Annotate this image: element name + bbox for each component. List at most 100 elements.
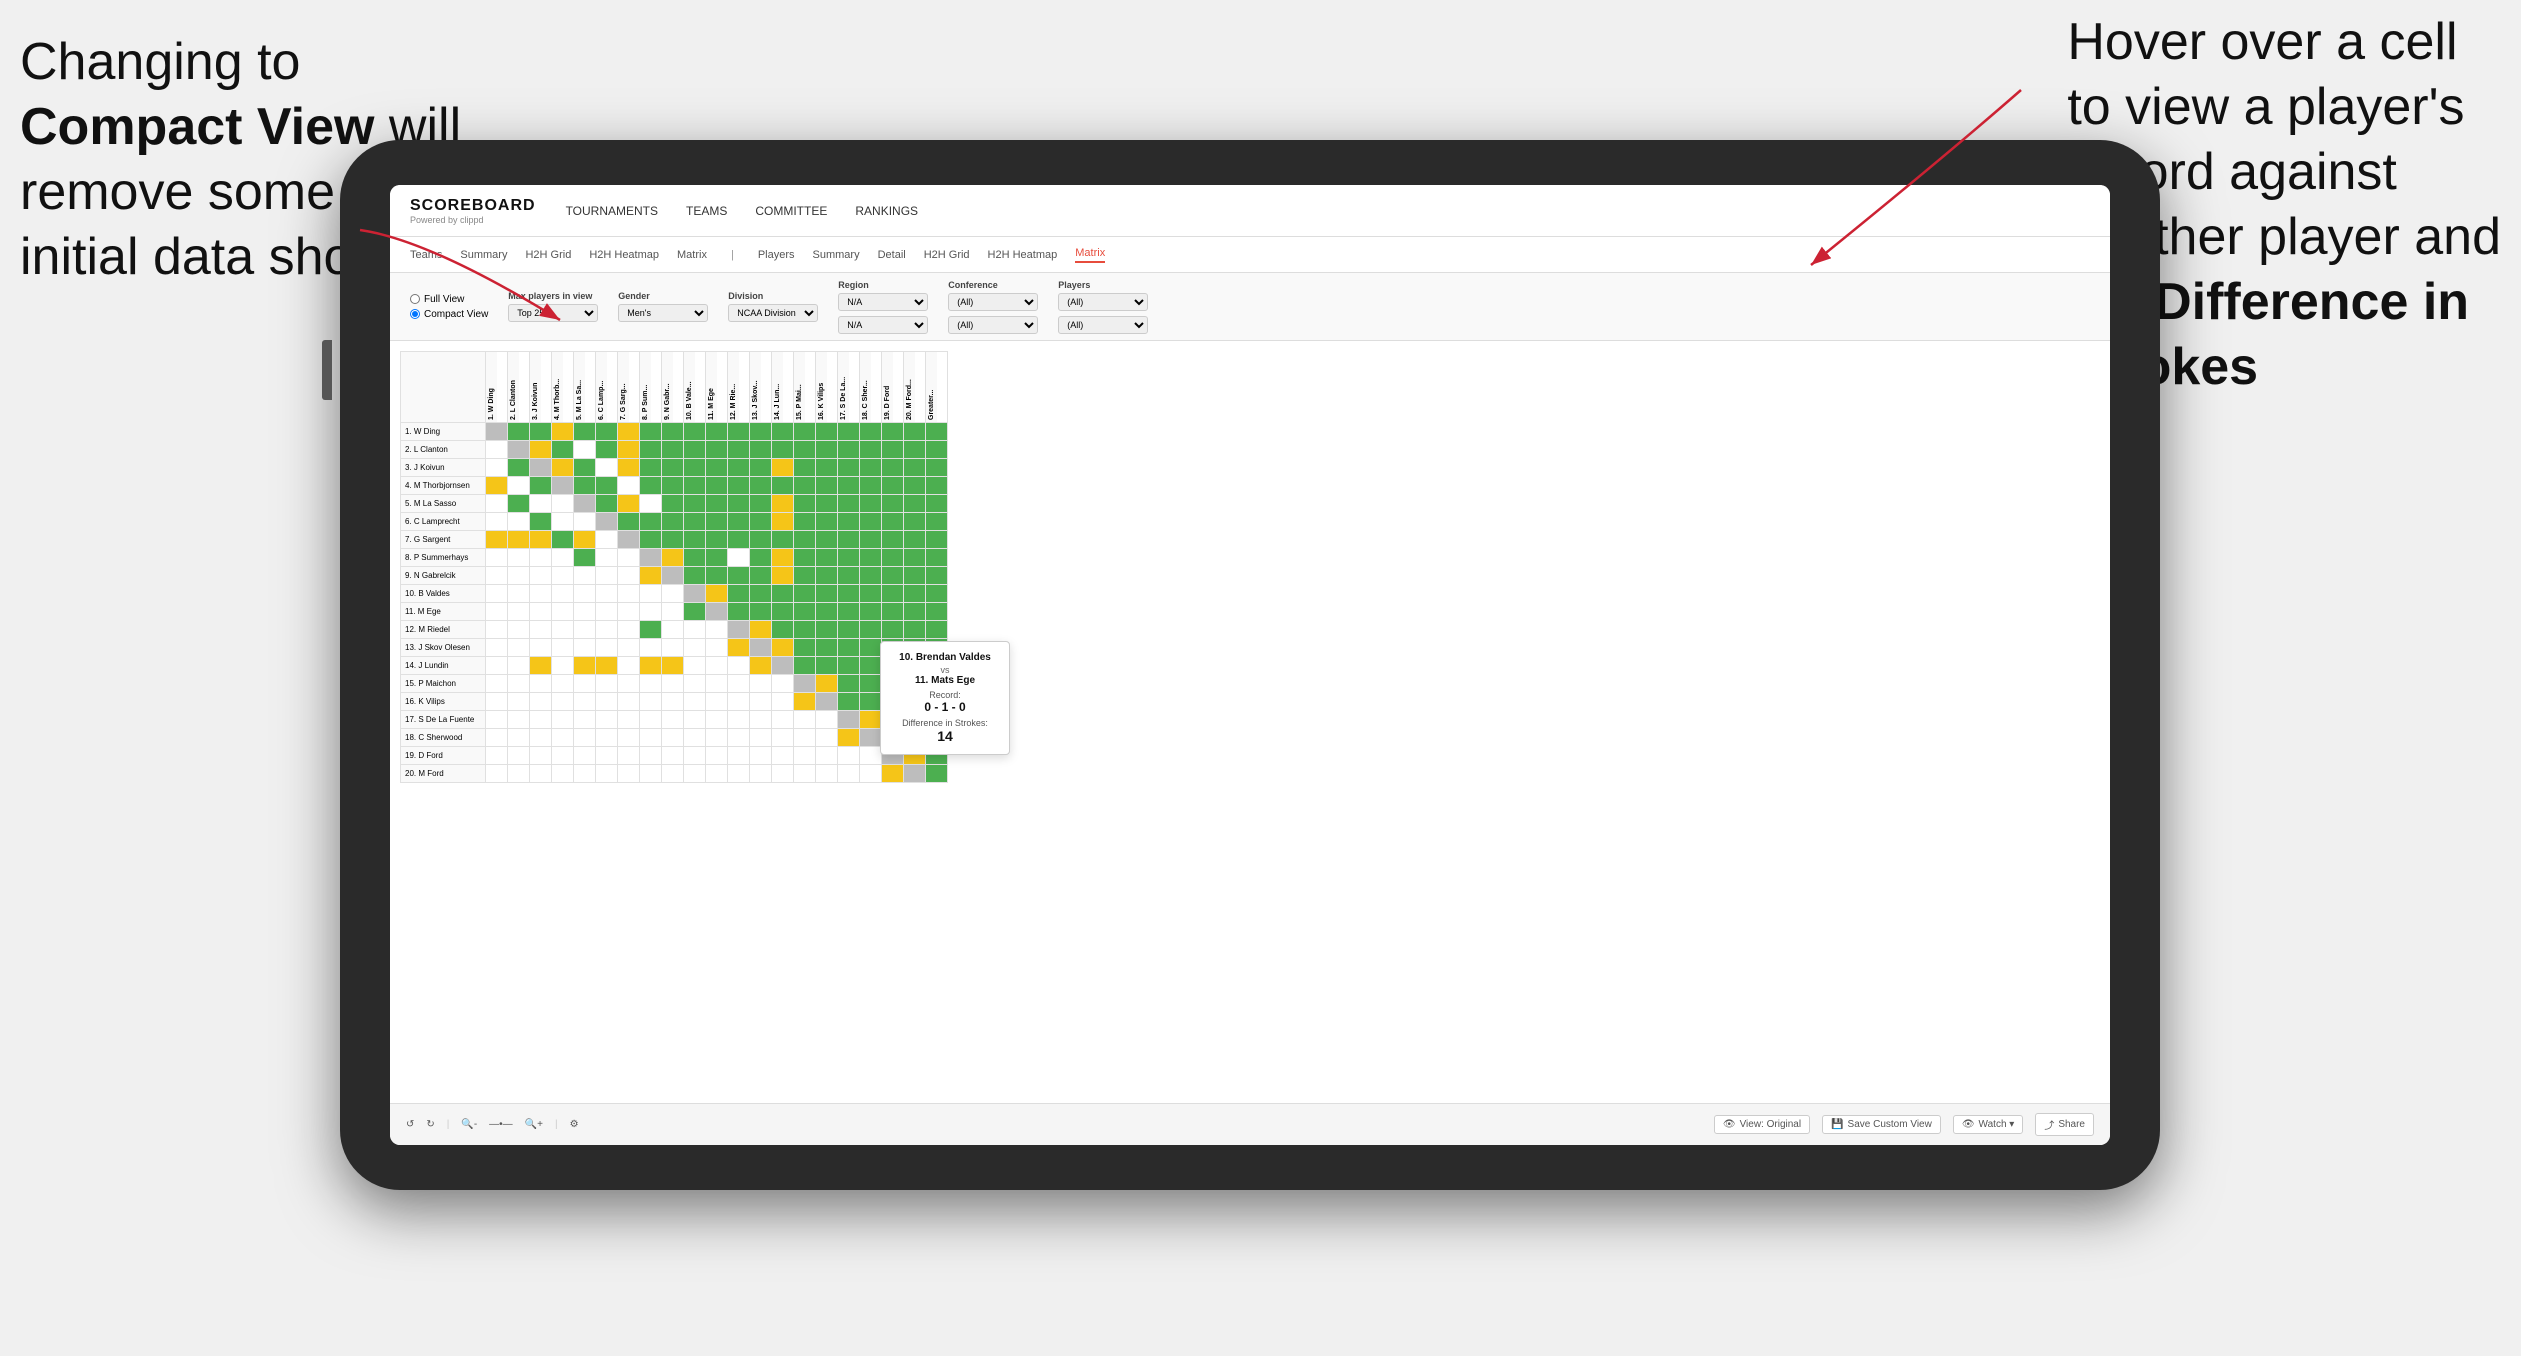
matrix-cell[interactable] [530, 585, 552, 603]
matrix-cell[interactable] [486, 711, 508, 729]
matrix-cell[interactable] [838, 585, 860, 603]
matrix-cell[interactable] [904, 567, 926, 585]
undo-button[interactable]: ↺ [406, 1119, 414, 1130]
matrix-cell[interactable] [750, 513, 772, 531]
matrix-cell[interactable] [640, 693, 662, 711]
matrix-cell[interactable] [530, 729, 552, 747]
matrix-cell[interactable] [684, 747, 706, 765]
matrix-cell[interactable] [574, 531, 596, 549]
matrix-cell[interactable] [816, 603, 838, 621]
matrix-cell[interactable] [684, 765, 706, 783]
matrix-cell[interactable] [816, 675, 838, 693]
matrix-cell[interactable] [728, 639, 750, 657]
matrix-cell[interactable] [860, 549, 882, 567]
matrix-cell[interactable] [684, 657, 706, 675]
matrix-cell[interactable] [882, 531, 904, 549]
matrix-cell[interactable] [816, 459, 838, 477]
matrix-cell[interactable] [838, 765, 860, 783]
matrix-cell[interactable] [552, 513, 574, 531]
zoom-in-button[interactable]: 🔍+ [525, 1119, 543, 1130]
matrix-cell[interactable] [750, 693, 772, 711]
matrix-cell[interactable] [508, 621, 530, 639]
matrix-cell[interactable] [772, 675, 794, 693]
diagonal-cell[interactable] [794, 675, 816, 693]
matrix-cell[interactable] [904, 441, 926, 459]
matrix-cell[interactable] [618, 693, 640, 711]
matrix-cell[interactable] [596, 747, 618, 765]
matrix-cell[interactable] [860, 711, 882, 729]
matrix-cell[interactable] [904, 621, 926, 639]
matrix-cell[interactable] [750, 657, 772, 675]
matrix-cell[interactable] [486, 693, 508, 711]
matrix-cell[interactable] [508, 585, 530, 603]
matrix-cell[interactable] [772, 639, 794, 657]
matrix-cell[interactable] [838, 495, 860, 513]
matrix-cell[interactable] [640, 603, 662, 621]
diagonal-cell[interactable] [706, 603, 728, 621]
matrix-cell[interactable] [530, 423, 552, 441]
matrix-cell[interactable] [794, 477, 816, 495]
matrix-cell[interactable] [838, 567, 860, 585]
matrix-cell[interactable] [838, 747, 860, 765]
matrix-cell[interactable] [750, 765, 772, 783]
matrix-cell[interactable] [640, 747, 662, 765]
matrix-cell[interactable] [750, 549, 772, 567]
matrix-cell[interactable] [860, 567, 882, 585]
matrix-cell[interactable] [860, 477, 882, 495]
matrix-cell[interactable] [486, 639, 508, 657]
matrix-cell[interactable] [596, 675, 618, 693]
matrix-cell[interactable] [794, 423, 816, 441]
matrix-cell[interactable] [574, 729, 596, 747]
matrix-cell[interactable] [706, 423, 728, 441]
matrix-cell[interactable] [706, 477, 728, 495]
matrix-cell[interactable] [926, 603, 948, 621]
gender-select[interactable]: Men's [618, 304, 708, 322]
matrix-cell[interactable] [552, 675, 574, 693]
matrix-cell[interactable] [508, 765, 530, 783]
matrix-cell[interactable] [640, 495, 662, 513]
matrix-cell[interactable] [618, 495, 640, 513]
zoom-out-button[interactable]: 🔍- [461, 1119, 477, 1130]
matrix-cell[interactable] [728, 567, 750, 585]
matrix-cell[interactable] [904, 585, 926, 603]
matrix-cell[interactable] [618, 639, 640, 657]
matrix-cell[interactable] [926, 459, 948, 477]
matrix-cell[interactable] [728, 747, 750, 765]
matrix-cell[interactable] [838, 441, 860, 459]
matrix-cell[interactable] [706, 549, 728, 567]
matrix-cell[interactable] [684, 423, 706, 441]
matrix-cell[interactable] [596, 639, 618, 657]
matrix-cell[interactable] [508, 675, 530, 693]
matrix-cell[interactable] [508, 459, 530, 477]
diagonal-cell[interactable] [486, 423, 508, 441]
matrix-cell[interactable] [530, 711, 552, 729]
matrix-cell[interactable] [662, 441, 684, 459]
matrix-cell[interactable] [640, 513, 662, 531]
matrix-cell[interactable] [662, 621, 684, 639]
matrix-cell[interactable] [750, 711, 772, 729]
matrix-cell[interactable] [794, 513, 816, 531]
save-custom-button[interactable]: 💾 Save Custom View [1822, 1115, 1941, 1134]
matrix-cell[interactable] [552, 459, 574, 477]
matrix-cell[interactable] [486, 603, 508, 621]
matrix-cell[interactable] [794, 621, 816, 639]
matrix-cell[interactable] [772, 693, 794, 711]
matrix-cell[interactable] [574, 711, 596, 729]
matrix-cell[interactable] [772, 747, 794, 765]
matrix-cell[interactable] [816, 585, 838, 603]
matrix-cell[interactable] [662, 459, 684, 477]
matrix-cell[interactable] [882, 549, 904, 567]
matrix-cell[interactable] [706, 711, 728, 729]
matrix-cell[interactable] [552, 621, 574, 639]
matrix-cell[interactable] [662, 765, 684, 783]
matrix-cell[interactable] [684, 549, 706, 567]
players-select[interactable]: (All) [1058, 293, 1148, 311]
diagonal-cell[interactable] [618, 531, 640, 549]
matrix-cell[interactable] [794, 747, 816, 765]
matrix-cell[interactable] [794, 567, 816, 585]
nav-committee[interactable]: COMMITTEE [755, 202, 827, 220]
matrix-cell[interactable] [816, 495, 838, 513]
matrix-cell[interactable] [728, 585, 750, 603]
matrix-cell[interactable] [794, 639, 816, 657]
diagonal-cell[interactable] [530, 459, 552, 477]
